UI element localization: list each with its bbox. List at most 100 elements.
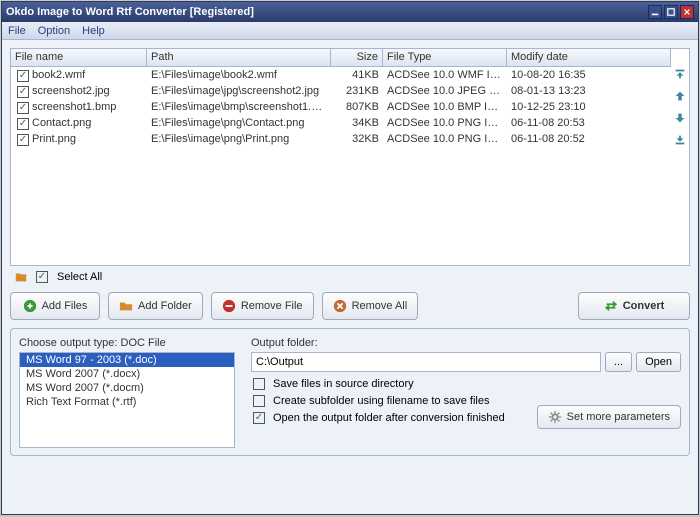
open-button[interactable]: Open <box>636 352 681 372</box>
cell-size: 34KB <box>331 117 383 129</box>
minimize-button[interactable] <box>648 5 662 19</box>
create-subfolder-label: Create subfolder using filename to save … <box>273 395 489 407</box>
browse-label: ... <box>614 356 623 368</box>
cell-date: 08-01-13 13:23 <box>507 85 671 97</box>
file-table-wrap: File name Path Size File Type Modify dat… <box>10 48 690 266</box>
move-bottom-icon[interactable] <box>673 133 687 147</box>
cell-path: E:\Files\image\jpg\screenshot2.jpg <box>147 85 331 97</box>
maximize-button[interactable] <box>664 5 678 19</box>
cell-name: screenshot2.jpg <box>11 85 147 98</box>
save-source-checkbox[interactable] <box>253 378 265 390</box>
remove-file-button[interactable]: Remove File <box>211 292 314 320</box>
col-size[interactable]: Size <box>331 49 383 66</box>
window-buttons <box>648 5 694 19</box>
convert-icon <box>604 299 618 313</box>
output-type-label: Choose output type: DOC File <box>19 337 235 349</box>
folder-up-icon[interactable] <box>14 270 28 284</box>
list-item[interactable]: MS Word 97 - 2003 (*.doc) <box>20 353 234 367</box>
table-row[interactable]: screenshot1.bmpE:\Files\image\bmp\screen… <box>11 99 671 115</box>
output-settings-panel: Output folder: ... Open Save files in so… <box>251 337 681 447</box>
move-down-icon[interactable] <box>673 111 687 125</box>
open-after-label: Open the output folder after conversion … <box>273 412 505 424</box>
cell-date: 06-11-08 20:52 <box>507 133 671 145</box>
cell-path: E:\Files\image\book2.wmf <box>147 69 331 81</box>
add-folder-button[interactable]: Add Folder <box>108 292 203 320</box>
cell-size: 41KB <box>331 69 383 81</box>
output-folder-input[interactable] <box>251 352 601 372</box>
save-source-row: Save files in source directory <box>251 378 537 390</box>
open-label: Open <box>645 356 672 368</box>
create-subfolder-checkbox[interactable] <box>253 395 265 407</box>
set-more-parameters-button[interactable]: Set more parameters <box>537 405 681 429</box>
close-icon <box>683 8 691 16</box>
maximize-icon <box>667 8 675 16</box>
row-checkbox[interactable] <box>17 118 29 130</box>
cell-type: ACDSee 10.0 PNG Image <box>383 117 507 129</box>
content-area: File name Path Size File Type Modify dat… <box>2 40 698 464</box>
output-type-listbox[interactable]: MS Word 97 - 2003 (*.doc)MS Word 2007 (*… <box>19 352 235 448</box>
close-button[interactable] <box>680 5 694 19</box>
cell-type: ACDSee 10.0 BMP Image <box>383 101 507 113</box>
cell-size: 231KB <box>331 85 383 97</box>
col-filename[interactable]: File name <box>11 49 147 66</box>
row-checkbox[interactable] <box>17 70 29 82</box>
remove-all-button[interactable]: Remove All <box>322 292 419 320</box>
table-row[interactable]: book2.wmfE:\Files\image\book2.wmf41KBACD… <box>11 67 671 83</box>
col-filetype[interactable]: File Type <box>383 49 507 66</box>
list-item[interactable]: MS Word 2007 (*.docx) <box>20 367 234 381</box>
side-toolbar <box>671 49 689 265</box>
cell-name: Print.png <box>11 133 147 146</box>
minus-circle-icon <box>222 299 236 313</box>
cell-type: ACDSee 10.0 PNG Image <box>383 133 507 145</box>
col-modifydate[interactable]: Modify date <box>507 49 671 66</box>
selectall-label: Select All <box>57 271 102 283</box>
open-after-row: Open the output folder after conversion … <box>251 412 537 424</box>
row-checkbox[interactable] <box>17 102 29 114</box>
selectall-checkbox[interactable] <box>36 271 48 283</box>
move-up-icon[interactable] <box>673 89 687 103</box>
set-more-label: Set more parameters <box>567 411 670 423</box>
cell-date: 06-11-08 20:53 <box>507 117 671 129</box>
plus-circle-icon <box>23 299 37 313</box>
remove-all-label: Remove All <box>352 300 408 312</box>
row-checkbox[interactable] <box>17 134 29 146</box>
row-checkbox[interactable] <box>17 86 29 98</box>
cell-type: ACDSee 10.0 JPEG Image <box>383 85 507 97</box>
convert-button[interactable]: Convert <box>578 292 690 320</box>
open-after-checkbox[interactable] <box>253 412 265 424</box>
file-table: File name Path Size File Type Modify dat… <box>11 49 671 265</box>
table-header: File name Path Size File Type Modify dat… <box>11 49 671 67</box>
menubar: File Option Help <box>2 22 698 40</box>
menu-option[interactable]: Option <box>38 25 70 37</box>
create-subfolder-row: Create subfolder using filename to save … <box>251 395 537 407</box>
remove-file-label: Remove File <box>241 300 303 312</box>
browse-button[interactable]: ... <box>605 352 632 372</box>
menu-help[interactable]: Help <box>82 25 105 37</box>
move-top-icon[interactable] <box>673 67 687 81</box>
add-folder-label: Add Folder <box>138 300 192 312</box>
app-window: Okdo Image to Word Rtf Converter [Regist… <box>1 1 699 515</box>
cell-size: 32KB <box>331 133 383 145</box>
add-files-button[interactable]: Add Files <box>10 292 100 320</box>
selectall-row: Select All <box>10 270 690 284</box>
convert-label: Convert <box>623 300 665 312</box>
menu-file[interactable]: File <box>8 25 26 37</box>
output-type-panel: Choose output type: DOC File MS Word 97 … <box>19 337 235 447</box>
table-row[interactable]: screenshot2.jpgE:\Files\image\jpg\screen… <box>11 83 671 99</box>
title-text: Okdo Image to Word Rtf Converter [Regist… <box>6 6 648 18</box>
x-circle-icon <box>333 299 347 313</box>
list-item[interactable]: Rich Text Format (*.rtf) <box>20 395 234 409</box>
table-row[interactable]: Print.pngE:\Files\image\png\Print.png32K… <box>11 131 671 147</box>
col-path[interactable]: Path <box>147 49 331 66</box>
titlebar: Okdo Image to Word Rtf Converter [Regist… <box>2 2 698 22</box>
cell-path: E:\Files\image\png\Contact.png <box>147 117 331 129</box>
output-folder-label: Output folder: <box>251 337 681 349</box>
button-row: Add Files Add Folder Remove File Remove … <box>10 292 690 320</box>
list-item[interactable]: MS Word 2007 (*.docm) <box>20 381 234 395</box>
cell-type: ACDSee 10.0 WMF Image <box>383 69 507 81</box>
bottom-panel: Choose output type: DOC File MS Word 97 … <box>10 328 690 456</box>
cell-name: book2.wmf <box>11 69 147 82</box>
folder-icon <box>119 299 133 313</box>
table-row[interactable]: Contact.pngE:\Files\image\png\Contact.pn… <box>11 115 671 131</box>
cell-name: Contact.png <box>11 117 147 130</box>
